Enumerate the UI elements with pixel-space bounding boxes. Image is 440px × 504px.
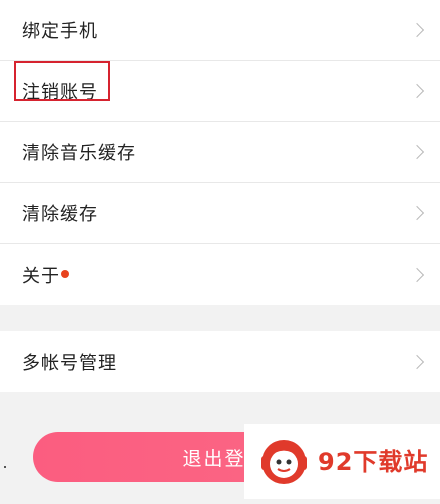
- chevron-right-icon: [409, 205, 425, 221]
- settings-item-clear-cache[interactable]: 清除缓存: [0, 183, 440, 244]
- settings-item-label: 绑定手机: [22, 21, 98, 42]
- stray-dot: [4, 466, 6, 468]
- settings-item-bind-phone[interactable]: 绑定手机: [0, 0, 440, 61]
- mascot-logo-icon: [261, 439, 307, 484]
- watermark: 92下载站: [244, 424, 440, 499]
- settings-item-about[interactable]: 关于: [0, 244, 440, 305]
- section-divider: [0, 305, 440, 331]
- settings-group-2: 多帐号管理: [0, 331, 440, 392]
- highlight-annotation-box: [14, 61, 110, 101]
- settings-group-1: 绑定手机 注销账号 清除音乐缓存 清除缓存 关于: [0, 0, 440, 305]
- chevron-right-icon: [409, 83, 425, 99]
- watermark-text: 92下载站: [318, 447, 429, 476]
- settings-item-label: 关于: [22, 265, 60, 287]
- chevron-right-icon: [409, 144, 425, 160]
- logout-button-label: 退出登: [182, 447, 246, 470]
- settings-item-label: 清除音乐缓存: [22, 143, 136, 164]
- settings-item-clear-music-cache[interactable]: 清除音乐缓存: [0, 122, 440, 183]
- chevron-right-icon: [409, 354, 425, 369]
- chevron-right-icon: [409, 267, 425, 282]
- settings-item-label: 清除缓存: [22, 204, 98, 225]
- chevron-right-icon: [409, 22, 425, 38]
- notification-dot-badge: [61, 269, 69, 278]
- settings-item-label: 多帐号管理: [22, 352, 117, 374]
- settings-item-multi-account[interactable]: 多帐号管理: [0, 331, 440, 392]
